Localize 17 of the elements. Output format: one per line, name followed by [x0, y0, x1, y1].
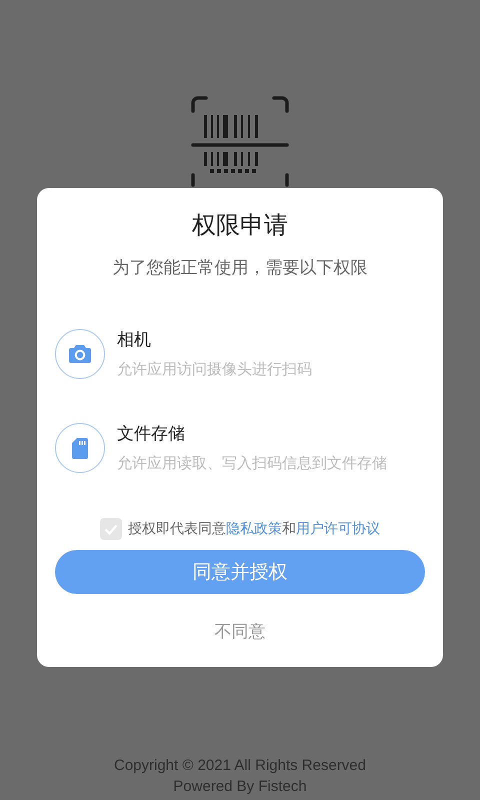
agreement-checkbox[interactable]	[100, 518, 122, 540]
privacy-policy-link[interactable]: 隐私政策	[226, 521, 282, 537]
permission-description: 允许应用读取、写入扫码信息到文件存储	[117, 453, 387, 474]
decline-button[interactable]: 不同意	[206, 616, 274, 647]
camera-icon	[69, 345, 91, 363]
permission-name: 相机	[117, 329, 152, 352]
sd-card-icon	[72, 438, 88, 458]
agree-button[interactable]: 同意并授权	[55, 550, 425, 594]
license-agreement-link[interactable]: 用户许可协议	[296, 521, 380, 537]
powered-by-text: Powered By Fistech	[173, 777, 307, 796]
permission-name: 文件存储	[117, 423, 186, 446]
dialog-title: 权限申请	[192, 210, 288, 241]
check-icon	[104, 524, 118, 534]
dialog-subtitle: 为了您能正常使用，需要以下权限	[112, 257, 368, 280]
permission-description: 允许应用访问摄像头进行扫码	[117, 359, 312, 380]
agreement-text: 授权即代表同意隐私政策和用户许可协议	[128, 520, 380, 538]
copyright-text: Copyright © 2021 All Rights Reserved	[114, 756, 366, 775]
